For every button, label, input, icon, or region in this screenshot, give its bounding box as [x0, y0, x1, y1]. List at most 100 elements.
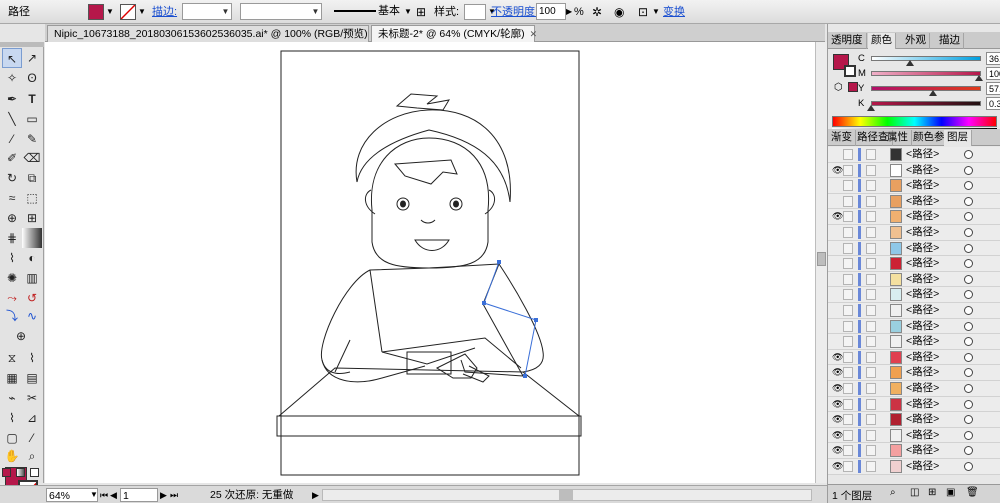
lock-toggle[interactable] — [843, 398, 853, 410]
slider-track[interactable] — [871, 101, 981, 106]
visibility-eye-icon[interactable] — [832, 244, 841, 253]
layer-row[interactable]: <路径> — [828, 178, 1000, 194]
tab-transparency[interactable]: 透明度 — [828, 33, 867, 49]
blob-brush-tool-icon[interactable]: ✐ — [2, 148, 22, 168]
locate-object-icon[interactable]: ⌕ — [890, 487, 896, 498]
layer-row[interactable]: <路径> — [828, 318, 1000, 335]
target-circle-icon[interactable] — [964, 399, 973, 409]
brush-profile-select[interactable]: 基本 ▼ — [330, 3, 412, 20]
visibility-eye-icon[interactable] — [832, 306, 841, 315]
target-circle-icon[interactable] — [964, 274, 973, 284]
delete-layer-icon[interactable]: 🗑 — [966, 487, 979, 498]
target-circle-icon[interactable] — [964, 243, 973, 253]
crosshair-tool-icon[interactable]: ⊕ — [11, 326, 31, 346]
fill-swatch[interactable] — [88, 4, 104, 20]
lock-toggle[interactable] — [843, 195, 853, 207]
graph-tool-icon[interactable]: ⌁ — [2, 388, 22, 408]
scroll-thumb[interactable] — [559, 490, 573, 500]
target-circle-icon[interactable] — [964, 415, 973, 425]
template-toggle[interactable] — [866, 383, 876, 394]
template-toggle[interactable] — [866, 289, 876, 301]
target-circle-icon[interactable] — [964, 352, 973, 362]
mesh-tool-icon[interactable]: ⋕ — [2, 228, 22, 248]
lock-toggle[interactable] — [843, 351, 853, 363]
template-toggle[interactable] — [866, 305, 876, 316]
current-color-chip[interactable] — [848, 82, 858, 92]
template-toggle[interactable] — [866, 258, 876, 270]
eyedropper-icon[interactable]: ⌇ — [2, 408, 22, 428]
template-toggle[interactable] — [866, 211, 876, 223]
target-circle-icon[interactable] — [964, 462, 973, 471]
layer-row[interactable]: <路径> — [828, 193, 1000, 210]
stroke-link[interactable]: 描边: — [152, 3, 177, 21]
visibility-eye-icon[interactable] — [832, 181, 841, 190]
color-spectrum[interactable] — [832, 116, 997, 127]
reshape-tool-icon[interactable]: ↺ — [22, 288, 42, 308]
lock-toggle[interactable] — [843, 273, 853, 285]
free-transform-tool-icon[interactable]: ⬚ — [22, 188, 42, 208]
layer-row[interactable]: <路径> — [828, 303, 1000, 319]
opacity-dropdown-arrow[interactable]: ▶ — [566, 3, 572, 21]
layer-row[interactable]: <路径> — [828, 225, 1000, 241]
template-toggle[interactable] — [866, 180, 876, 192]
lock-toggle[interactable] — [843, 149, 853, 160]
slider-track[interactable] — [871, 86, 981, 91]
symbol-sprayer-tool-icon[interactable]: ✺ — [2, 268, 22, 288]
lock-toggle[interactable] — [843, 211, 853, 223]
magic-wand-tool-icon[interactable]: ✧ — [2, 68, 22, 88]
make-clipping-mask-icon[interactable]: ◫ — [910, 487, 919, 498]
stroke-color-icon[interactable] — [844, 65, 856, 77]
visibility-eye-icon[interactable] — [832, 259, 841, 268]
rectangle-tool-icon[interactable]: ▭ — [22, 109, 42, 129]
slider-thumb[interactable] — [975, 75, 983, 81]
layer-row[interactable]: 👁 <路径> — [828, 396, 1000, 413]
template-toggle[interactable] — [866, 149, 876, 160]
lock-toggle[interactable] — [843, 289, 853, 301]
direct-selection-tool-icon[interactable]: ↗ — [22, 48, 42, 68]
layer-row[interactable]: <路径> — [828, 256, 1000, 272]
cube-icon[interactable]: ⬡ — [834, 82, 843, 93]
visibility-eye-icon[interactable] — [832, 337, 841, 346]
width-tool-icon[interactable]: ⤳ — [2, 288, 22, 308]
measure-tool-icon[interactable]: ⊿ — [22, 408, 42, 428]
layer-row[interactable]: <路径> — [828, 147, 1000, 163]
lock-toggle[interactable] — [843, 336, 853, 348]
layer-row[interactable]: 👁 <路径> — [828, 459, 1000, 475]
visibility-eye-icon[interactable]: 👁 — [832, 415, 843, 424]
lock-toggle[interactable] — [843, 383, 853, 394]
target-circle-icon[interactable] — [964, 384, 973, 393]
lock-toggle[interactable] — [843, 414, 853, 426]
tab-stroke[interactable]: 描边 — [936, 33, 964, 49]
chart-tool-icon[interactable]: ▤ — [22, 368, 42, 388]
target-circle-icon[interactable] — [964, 321, 973, 331]
status-menu-icon[interactable]: ▶ — [312, 488, 319, 502]
lasso-tool-icon[interactable]: ʘ — [22, 68, 42, 88]
stroke-dropdown-arrow[interactable]: ▼ — [138, 3, 146, 21]
layer-row[interactable]: 👁 <路径> — [828, 349, 1000, 366]
template-toggle[interactable] — [866, 367, 876, 379]
color-mode-icon[interactable] — [2, 468, 11, 477]
visibility-eye-icon[interactable]: 👁 — [832, 462, 843, 471]
slice-tool-icon[interactable]: ⌇ — [22, 348, 42, 368]
target-circle-icon[interactable] — [964, 165, 973, 175]
template-toggle[interactable] — [866, 445, 876, 457]
layer-row[interactable]: <路径> — [828, 334, 1000, 350]
knife-tool-icon[interactable]: ⁄ — [22, 428, 42, 448]
artboard-tool-icon[interactable]: ⧖ — [2, 348, 22, 368]
visibility-eye-icon[interactable] — [832, 197, 841, 206]
shape-builder-tool-icon[interactable]: ⊕ — [2, 208, 22, 228]
lock-toggle[interactable] — [843, 164, 853, 176]
scale-tool-icon[interactable]: ⧉ — [22, 168, 42, 188]
layer-row[interactable]: 👁 <路径> — [828, 365, 1000, 381]
globe-icon[interactable]: ◉ — [614, 3, 624, 21]
layer-row[interactable]: 👁 <路径> — [828, 412, 1000, 428]
visibility-eye-icon[interactable]: 👁 — [832, 446, 843, 455]
slider-track[interactable] — [871, 56, 981, 61]
pen-tool-icon[interactable]: ✒ — [2, 89, 22, 109]
first-page-icon[interactable]: ⏮ — [100, 488, 108, 502]
visibility-eye-icon[interactable]: 👁 — [832, 212, 843, 221]
template-toggle[interactable] — [866, 414, 876, 426]
lock-toggle[interactable] — [843, 461, 853, 472]
template-toggle[interactable] — [866, 273, 876, 285]
zoom-tool-icon[interactable]: ⌕ — [22, 446, 42, 466]
